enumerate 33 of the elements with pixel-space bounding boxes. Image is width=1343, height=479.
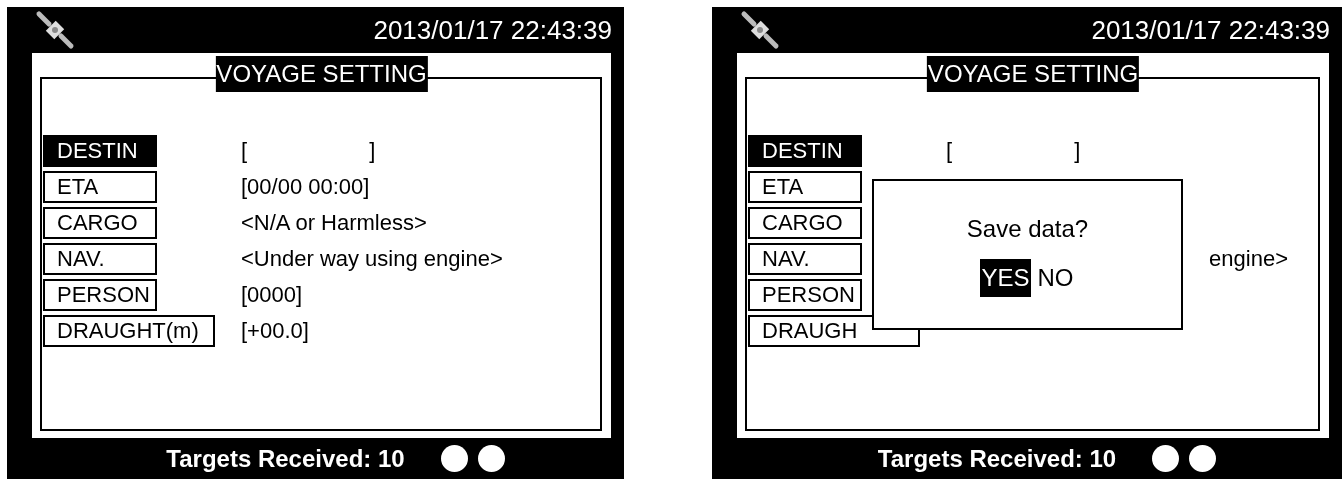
- dialog-option[interactable]: YES: [980, 259, 1031, 297]
- status-dot-icon: [1189, 445, 1217, 472]
- setting-value: [00/00 00:00]: [241, 173, 370, 201]
- date-time: 2013/01/17 22:43:39: [373, 17, 612, 43]
- satellite-icon: [35, 10, 75, 50]
- screen-title: VOYAGE SETTING: [215, 56, 428, 92]
- setting-value: <N/A or Harmless>: [241, 209, 427, 237]
- setting-value: [ ]: [946, 137, 1081, 165]
- screen-title: VOYAGE SETTING: [926, 56, 1140, 92]
- setting-label[interactable]: CARGO: [43, 207, 157, 239]
- setting-value: engine>: [1209, 245, 1288, 273]
- satellite-icon: [740, 10, 780, 50]
- setting-label[interactable]: DESTIN: [748, 135, 862, 167]
- status-dot-icon: [477, 445, 505, 472]
- setting-label[interactable]: PERSON: [43, 279, 157, 311]
- status-dot-icon: [440, 445, 468, 472]
- targets-received: Targets Received: 10: [166, 446, 405, 471]
- targets-received: Targets Received: 10: [877, 446, 1117, 471]
- setting-label[interactable]: DRAUGHT(m): [43, 315, 215, 347]
- setting-value: [0000]: [241, 281, 303, 309]
- setting-label[interactable]: NAV.: [43, 243, 157, 275]
- setting-label[interactable]: ETA: [748, 171, 862, 203]
- date-time: 2013/01/17 22:43:39: [1091, 17, 1330, 43]
- setting-value: [ ]: [241, 137, 376, 165]
- status-dot-icon: [1152, 445, 1180, 472]
- setting-label[interactable]: NAV.: [748, 243, 862, 275]
- setting-value: <Under way using engine>: [241, 245, 503, 273]
- setting-label[interactable]: PERSON: [748, 279, 862, 311]
- setting-label[interactable]: ETA: [43, 171, 157, 203]
- setting-label[interactable]: DESTIN: [43, 135, 157, 167]
- dialog-message: Save data?: [966, 214, 1089, 244]
- setting-label[interactable]: CARGO: [748, 207, 862, 239]
- setting-value: [+00.0]: [241, 317, 309, 345]
